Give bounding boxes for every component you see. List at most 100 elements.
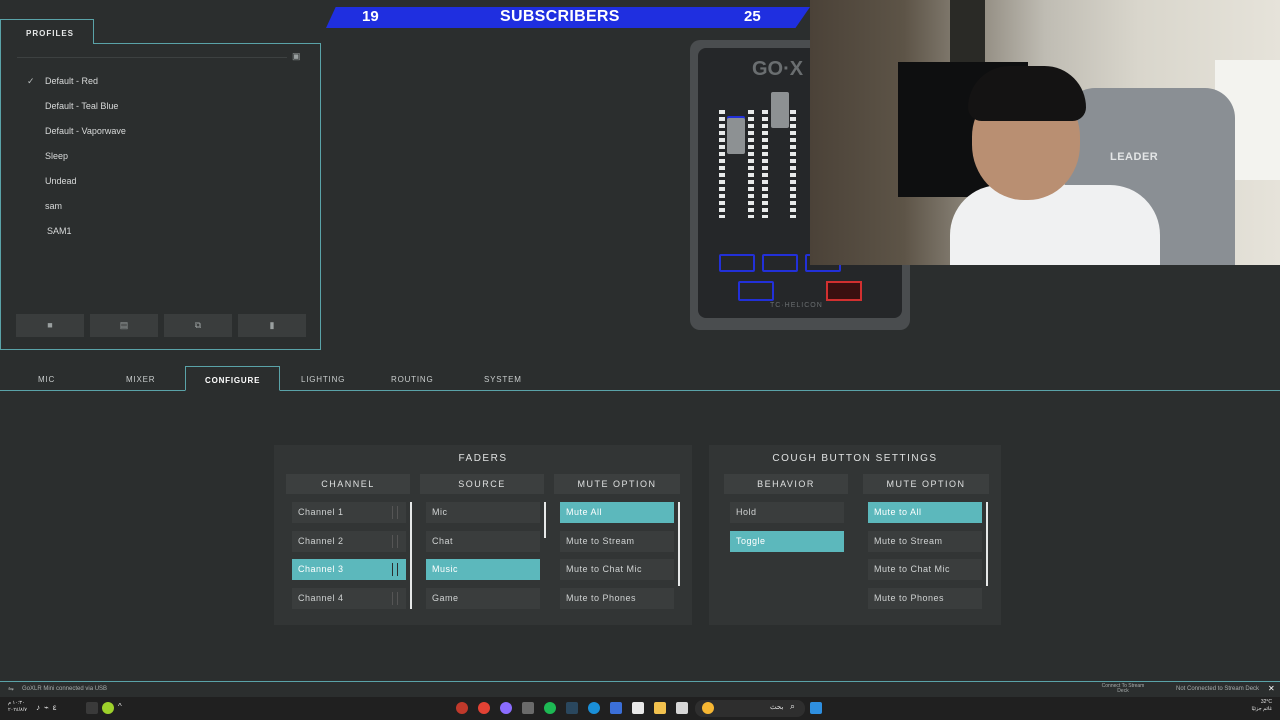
save-profile-button[interactable]: ■ <box>16 314 84 337</box>
profile-item[interactable]: Default - Teal Blue <box>45 101 118 111</box>
scrollbar[interactable] <box>544 502 546 538</box>
source-item[interactable]: Mic <box>426 502 540 523</box>
cough-mute-item[interactable]: Mute to All <box>868 502 982 523</box>
tab-routing[interactable]: ROUTING <box>391 375 434 384</box>
chrome-icon[interactable] <box>478 702 490 714</box>
calendar-icon[interactable] <box>632 702 644 714</box>
save-icon: ■ <box>47 320 53 330</box>
profile-item[interactable]: Sleep <box>45 151 68 161</box>
edge-icon[interactable] <box>588 702 600 714</box>
scrollbar[interactable] <box>986 502 988 586</box>
mute-option-item[interactable]: Mute to Phones <box>560 588 674 609</box>
new-file-icon: ▤ <box>119 320 129 330</box>
spotify-icon[interactable] <box>544 702 556 714</box>
copy-profile-button[interactable]: ⧉ <box>164 314 232 337</box>
search-icon: ⌕ <box>790 701 796 711</box>
close-icon[interactable]: ✕ <box>1268 684 1275 693</box>
channel-item[interactable]: Channel 4 <box>292 588 406 609</box>
scrollbar[interactable] <box>678 502 680 586</box>
scrollbar[interactable] <box>410 502 412 609</box>
cough-mute-item[interactable]: Mute to Phones <box>868 588 982 609</box>
drag-handle-icon <box>392 592 398 605</box>
faders-title: FADERS <box>458 453 508 464</box>
app-icon[interactable] <box>676 702 688 714</box>
channel-item[interactable]: Channel 2 <box>292 531 406 552</box>
tab-lighting[interactable]: LIGHTING <box>301 375 345 384</box>
channel-item[interactable]: Channel 3 <box>292 559 406 580</box>
profile-item[interactable]: Default - Red <box>45 76 98 86</box>
steam-icon[interactable] <box>566 702 578 714</box>
source-header: SOURCE <box>420 474 544 494</box>
device-brand: TC·HELICON <box>770 302 823 309</box>
windows-start-icon[interactable] <box>810 702 822 714</box>
mute-option-header: MUTE OPTION <box>554 474 680 494</box>
behavior-item[interactable]: Hold <box>730 502 844 523</box>
subscribers-overlay: 19 SUBSCRIBERS 25 <box>326 7 810 28</box>
app-icon[interactable] <box>610 702 622 714</box>
source-item[interactable]: Game <box>426 588 540 609</box>
subscribers-label: SUBSCRIBERS <box>500 8 620 25</box>
folder-icon[interactable]: ▣ <box>292 52 303 61</box>
tab-configure[interactable]: CONFIGURE <box>185 366 281 391</box>
level-meter <box>790 110 796 218</box>
profile-item[interactable]: Default - Vaporwave <box>45 126 126 136</box>
usb-icon: ⇋ <box>8 686 14 693</box>
clock-date: ٢٠٢٤/٨/٧ <box>8 707 27 713</box>
new-profile-button[interactable]: ▤ <box>90 314 158 337</box>
behavior-item[interactable]: Toggle <box>730 531 844 552</box>
delete-profile-button[interactable]: ▮ <box>238 314 306 337</box>
tab-system[interactable]: SYSTEM <box>484 375 522 384</box>
chevron-up-icon[interactable]: ^ <box>118 702 130 714</box>
weather-widget-icon <box>702 702 714 714</box>
faders-panel: FADERS CHANNEL SOURCE MUTE OPTION Channe… <box>274 445 692 625</box>
profiles-panel: ▣ <box>0 43 321 350</box>
profile-item[interactable]: SAM1 <box>47 226 72 236</box>
folder-icon[interactable] <box>654 702 666 714</box>
level-meter <box>719 110 725 218</box>
app-icon[interactable] <box>500 702 512 714</box>
system-tray[interactable]: ♪⌁ε <box>36 703 60 712</box>
copy-icon: ⧉ <box>194 320 202 330</box>
profiles-tab[interactable]: PROFILES <box>0 19 94 44</box>
profile-item[interactable]: Undead <box>45 176 77 186</box>
clock-time: ١٠:٣٠ م <box>8 700 25 706</box>
weather-text: غائم جزئيًا <box>1251 706 1272 712</box>
drag-handle-icon <box>392 563 398 576</box>
trash-icon: ▮ <box>269 320 275 330</box>
profile-item[interactable]: sam <box>45 201 62 211</box>
mute-option-item[interactable]: Mute to Stream <box>560 531 674 552</box>
source-item[interactable]: Music <box>426 559 540 580</box>
obs-icon[interactable] <box>456 702 468 714</box>
app-icon[interactable] <box>522 702 534 714</box>
app-icon[interactable] <box>102 702 114 714</box>
taskbar: ١٠:٣٠ م ٢٠٢٤/٨/٧ ♪⌁ε ^ بحث ⌕ 32°C غائم ج… <box>0 697 1280 720</box>
source-item[interactable]: Chat <box>426 531 540 552</box>
tab-mixer[interactable]: MIXER <box>126 375 155 384</box>
checkmark-icon: ✓ <box>27 76 35 86</box>
main-tabs: MIC MIXER CONFIGURE LIGHTING ROUTING SYS… <box>0 366 1280 391</box>
connect-stream-deck-button[interactable]: Connect To Stream Deck <box>1098 684 1148 694</box>
mute-option-item[interactable]: Mute All <box>560 502 674 523</box>
divider <box>17 57 287 58</box>
fader-knob <box>727 118 745 154</box>
drag-handle-icon <box>392 535 398 548</box>
curtain <box>950 0 985 62</box>
cough-mute-item[interactable]: Mute to Chat Mic <box>868 559 982 580</box>
cough-button-panel: COUGH BUTTON SETTINGS BEHAVIOR MUTE OPTI… <box>709 445 1001 625</box>
channel-label: Channel 2 <box>298 536 344 546</box>
clock[interactable]: ١٠:٣٠ م ٢٠٢٤/٨/٧ <box>8 700 27 714</box>
weather-temp: 32°C <box>1260 699 1272 705</box>
channel-label: Channel 4 <box>298 593 344 603</box>
device-button <box>762 254 798 272</box>
cough-mute-header: MUTE OPTION <box>863 474 989 494</box>
behavior-header: BEHAVIOR <box>724 474 848 494</box>
tab-mic[interactable]: MIC <box>38 375 55 384</box>
cough-title: COUGH BUTTON SETTINGS <box>772 453 938 464</box>
app-icon[interactable] <box>86 702 98 714</box>
cough-button-image <box>826 281 862 301</box>
weather-widget[interactable]: 32°C غائم جزئيًا <box>1242 699 1272 713</box>
cough-mute-item[interactable]: Mute to Stream <box>868 531 982 552</box>
status-bar: ⇋ GoXLR Mini connected via USB Connect T… <box>0 681 1280 697</box>
channel-item[interactable]: Channel 1 <box>292 502 406 523</box>
mute-option-item[interactable]: Mute to Chat Mic <box>560 559 674 580</box>
